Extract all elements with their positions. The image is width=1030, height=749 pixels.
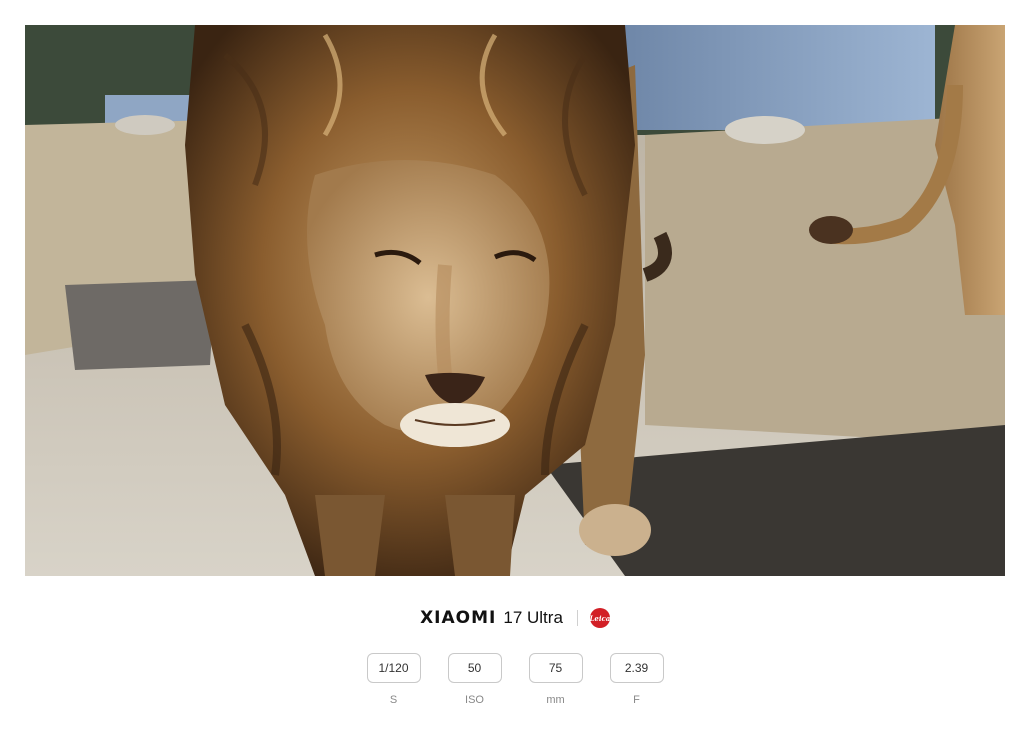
brand-divider [576,610,578,626]
param-aperture-value: 2.39 [609,653,664,683]
leica-logo: Leica [589,608,611,628]
leica-logo-text: Leica [589,613,611,623]
exif-params: 1/120 S 50 ISO 75 mm 2.39 F [0,653,1030,706]
brand-model: 17 Ultra [503,608,563,627]
param-focal-length-value: 75 [528,653,583,683]
camera-brand-bar: XIAOMI 17 Ultra Leica [0,605,1030,631]
param-shutter-value: 1/120 [366,653,421,683]
param-iso-value: 50 [447,653,502,683]
param-iso-label: ISO [465,694,484,706]
param-shutter-label: S [389,694,398,706]
param-focal-length-label: mm [546,694,565,706]
param-shutter: 1/120 S [366,653,421,706]
param-aperture: 2.39 F [609,653,664,706]
lion-photograph [25,25,1005,576]
param-focal-length: 75 mm [528,653,583,706]
photo [25,25,1005,576]
param-iso: 50 ISO [447,653,502,706]
brand-name: XIAOMI [420,608,497,628]
param-aperture-label: F [633,694,640,706]
